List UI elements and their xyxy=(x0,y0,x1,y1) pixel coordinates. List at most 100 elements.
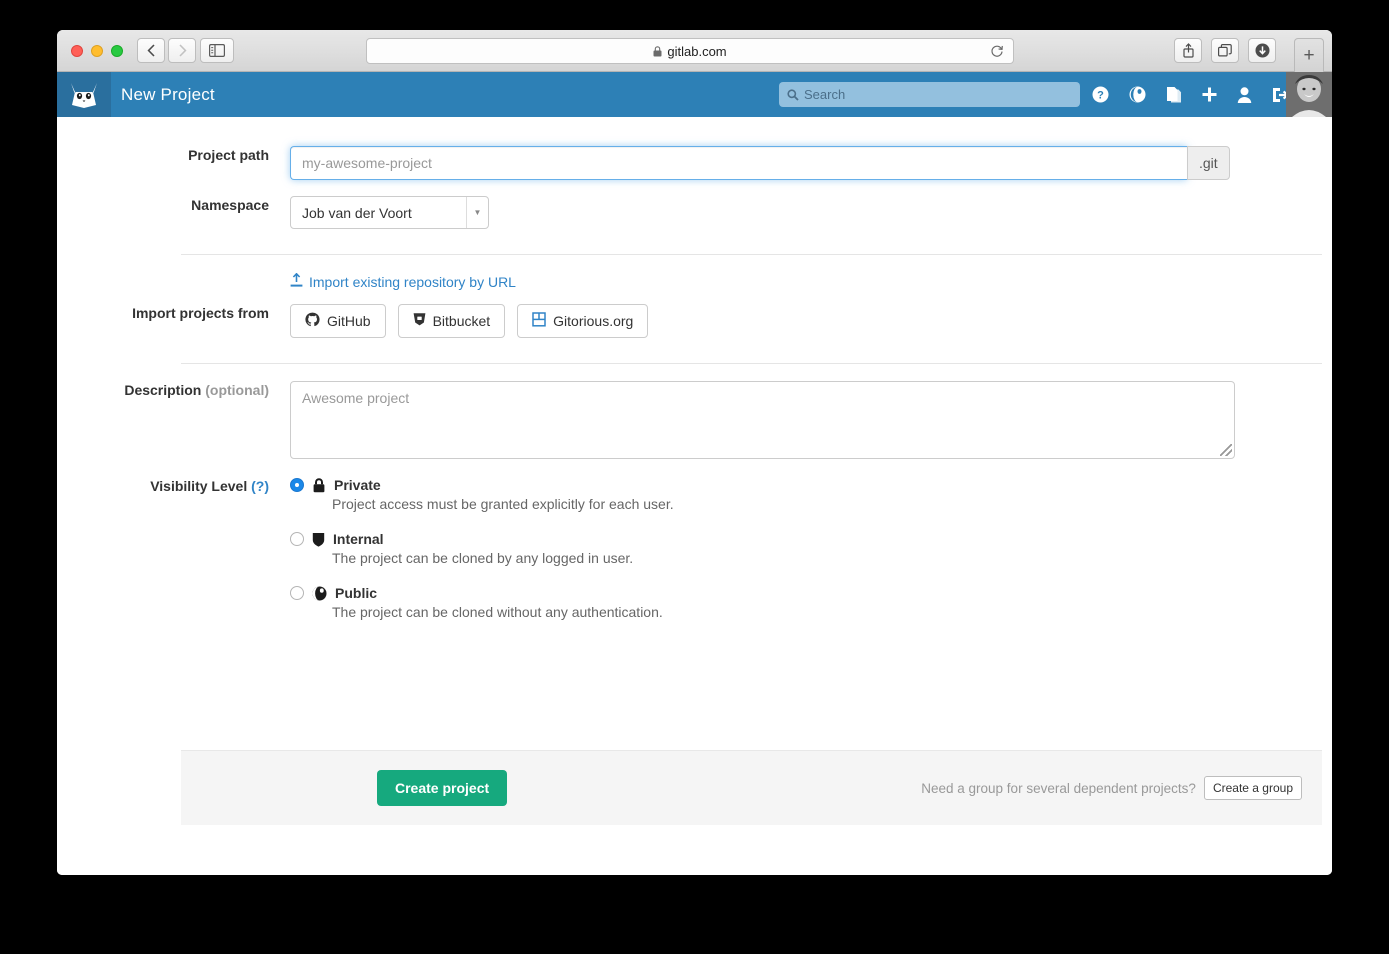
new-tab-button[interactable]: + xyxy=(1294,38,1324,72)
import-gitorious-label: Gitorious.org xyxy=(553,313,633,329)
lock-icon xyxy=(653,46,662,57)
new-project-page: Project path my-awesome-project .git Nam… xyxy=(57,117,1332,875)
back-button[interactable] xyxy=(137,38,165,63)
search-icon xyxy=(787,89,799,101)
import-projects-label: Import projects from xyxy=(57,304,290,324)
visibility-name-private: Private xyxy=(334,477,381,493)
project-path-row: Project path my-awesome-project .git xyxy=(57,117,1332,180)
import-github-label: GitHub xyxy=(327,313,371,329)
project-path-suffix: .git xyxy=(1187,146,1230,180)
gitlab-tanuki-logo xyxy=(69,81,99,109)
maximize-window-button[interactable] xyxy=(111,45,123,57)
project-path-label: Project path xyxy=(57,146,290,166)
visibility-desc-internal: The project can be cloned by any logged … xyxy=(332,550,674,566)
profile-user-icon[interactable] xyxy=(1237,87,1252,103)
footer-group-area: Need a group for several dependent proje… xyxy=(921,776,1302,800)
import-gitorious-button[interactable]: Gitorious.org xyxy=(517,304,648,338)
visibility-option-public[interactable]: Public The project can be cloned without… xyxy=(290,585,674,620)
browser-titlebar: gitlab.com xyxy=(57,30,1332,72)
snippets-icon[interactable] xyxy=(1166,86,1182,103)
new-plus-icon[interactable] xyxy=(1202,87,1217,102)
visibility-radio-public[interactable] xyxy=(290,586,304,600)
import-existing-repository-link[interactable]: Import existing repository by URL xyxy=(290,273,516,290)
globe-icon xyxy=(312,586,327,601)
address-bar[interactable]: gitlab.com xyxy=(366,38,1014,64)
resize-handle-icon[interactable] xyxy=(1220,444,1232,456)
gitlab-logo-link[interactable] xyxy=(57,72,111,117)
gitorious-icon xyxy=(532,312,546,330)
visibility-options: Private Project access must be granted e… xyxy=(290,477,674,639)
page-title: New Project xyxy=(121,85,215,105)
downloads-icon xyxy=(1255,43,1270,58)
search-placeholder: Search xyxy=(804,87,845,102)
import-url-row: Import existing repository by URL xyxy=(57,255,1332,290)
import-github-button[interactable]: GitHub xyxy=(290,304,386,338)
chevron-down-icon: ▼ xyxy=(466,197,488,228)
lock-icon xyxy=(312,478,326,493)
show-tabs-button[interactable] xyxy=(1211,38,1239,63)
import-bitbucket-label: Bitbucket xyxy=(433,313,491,329)
description-label-strong: Description xyxy=(124,382,201,398)
sidebar-toggle-icon xyxy=(209,44,225,57)
navigation-buttons xyxy=(137,38,196,63)
share-icon xyxy=(1182,43,1195,58)
namespace-selected-value: Job van der Voort xyxy=(302,205,412,221)
description-textarea[interactable]: Awesome project xyxy=(290,381,1235,459)
public-globe-icon[interactable] xyxy=(1129,86,1146,103)
visibility-desc-public: The project can be cloned without any au… xyxy=(332,604,674,620)
visibility-radio-private[interactable] xyxy=(290,478,304,492)
github-icon xyxy=(305,312,320,330)
back-chevron-icon xyxy=(147,44,156,57)
create-project-button[interactable]: Create project xyxy=(377,770,507,806)
minimize-window-button[interactable] xyxy=(91,45,103,57)
visibility-name-internal: Internal xyxy=(333,531,384,547)
shield-icon xyxy=(312,532,325,547)
forward-chevron-icon xyxy=(178,44,187,57)
import-url-link-label: Import existing repository by URL xyxy=(309,274,516,290)
visibility-label-text: Visibility Level xyxy=(150,478,247,494)
visibility-option-internal[interactable]: Internal The project can be cloned by an… xyxy=(290,531,674,566)
description-placeholder: Awesome project xyxy=(302,390,409,406)
visibility-option-private[interactable]: Private Project access must be granted e… xyxy=(290,477,674,512)
namespace-label: Namespace xyxy=(57,196,290,216)
upload-icon xyxy=(290,273,303,290)
description-label: Description (optional) xyxy=(57,381,290,401)
downloads-button[interactable] xyxy=(1248,38,1276,63)
search-input[interactable]: Search xyxy=(779,82,1080,107)
import-buttons: GitHub Bitbucket xyxy=(290,304,648,338)
window-controls xyxy=(71,45,123,57)
show-tabs-icon xyxy=(1218,44,1232,57)
need-group-text: Need a group for several dependent proje… xyxy=(921,781,1196,796)
description-label-optional: (optional) xyxy=(205,382,269,398)
visibility-desc-private: Project access must be granted explicitl… xyxy=(332,496,674,512)
form-footer: Create project Need a group for several … xyxy=(181,750,1322,825)
project-path-placeholder: my-awesome-project xyxy=(302,155,432,171)
visibility-level-label: Visibility Level (?) xyxy=(57,477,290,497)
close-window-button[interactable] xyxy=(71,45,83,57)
description-row: Description (optional) Awesome project xyxy=(57,364,1332,459)
project-path-group: my-awesome-project .git xyxy=(290,146,1230,180)
create-a-group-button[interactable]: Create a group xyxy=(1204,776,1302,800)
namespace-select[interactable]: Job van der Voort ▼ xyxy=(290,196,489,229)
gitlab-navbar: New Project Search ? xyxy=(57,72,1332,117)
namespace-row: Namespace Job van der Voort ▼ xyxy=(57,180,1332,229)
share-button[interactable] xyxy=(1174,38,1202,63)
visibility-row: Visibility Level (?) Private xyxy=(57,459,1332,639)
forward-button[interactable] xyxy=(168,38,196,63)
import-bitbucket-button[interactable]: Bitbucket xyxy=(398,304,506,338)
browser-action-buttons xyxy=(1174,38,1276,63)
navbar-icon-group: ? xyxy=(1092,72,1289,117)
visibility-name-public: Public xyxy=(335,585,377,601)
bitbucket-icon xyxy=(413,312,426,330)
user-avatar[interactable] xyxy=(1286,72,1332,117)
url-text: gitlab.com xyxy=(667,44,726,59)
visibility-radio-internal[interactable] xyxy=(290,532,304,546)
import-providers-row: Import projects from GitHub xyxy=(57,290,1332,338)
browser-window: gitlab.com xyxy=(57,30,1332,875)
reload-button[interactable] xyxy=(990,44,1004,62)
svg-text:?: ? xyxy=(1097,89,1104,101)
sidebar-toggle-button[interactable] xyxy=(200,38,234,63)
visibility-help-link[interactable]: (?) xyxy=(251,478,269,494)
project-path-input[interactable]: my-awesome-project xyxy=(290,146,1187,180)
help-icon[interactable]: ? xyxy=(1092,86,1109,103)
